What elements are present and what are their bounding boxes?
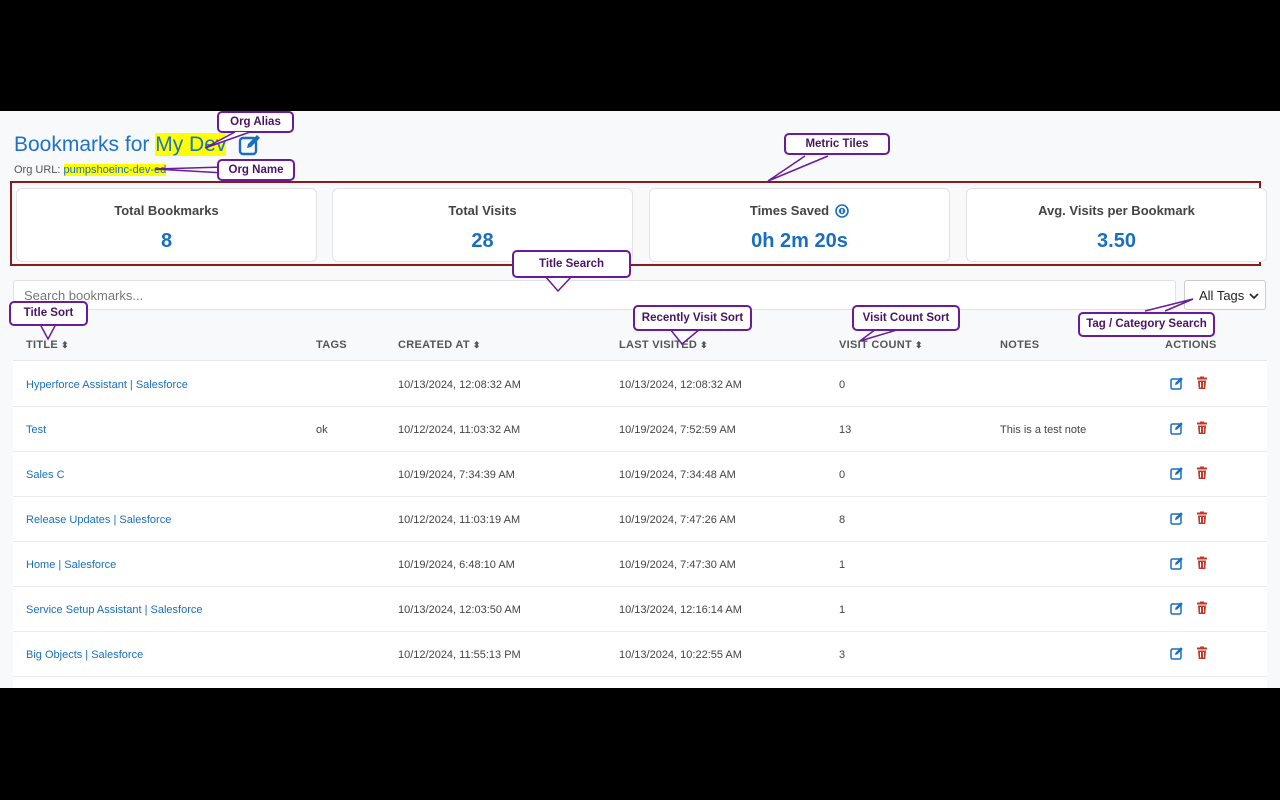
callout-pointers: [39, 131, 1194, 346]
callout-visit-count-sort: Visit Count Sort: [852, 305, 960, 331]
callout-org-name: Org Name: [217, 159, 295, 181]
callout-tag-category-search: Tag / Category Search: [1078, 312, 1215, 337]
app-frame: Bookmarks for My Dev Org URL: pumpshoein…: [0, 111, 1280, 688]
callout-recently-visit-sort: Recently Visit Sort: [633, 305, 752, 331]
callout-title-sort: Title Sort: [9, 301, 88, 326]
callout-title-search: Title Search: [512, 250, 631, 278]
callout-metric-tiles: Metric Tiles: [784, 133, 890, 155]
